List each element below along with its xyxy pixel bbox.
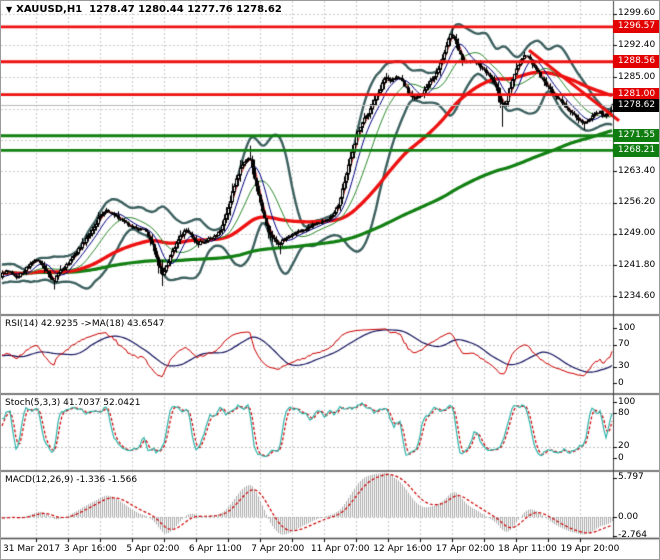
chart-window: ▼ XAUUSD,H1 1278.47 1280.44 1277.76 1278.…	[0, 0, 660, 560]
price-axis[interactable]	[613, 1, 659, 539]
chart-canvas[interactable]	[1, 1, 659, 559]
time-axis[interactable]	[1, 539, 659, 559]
